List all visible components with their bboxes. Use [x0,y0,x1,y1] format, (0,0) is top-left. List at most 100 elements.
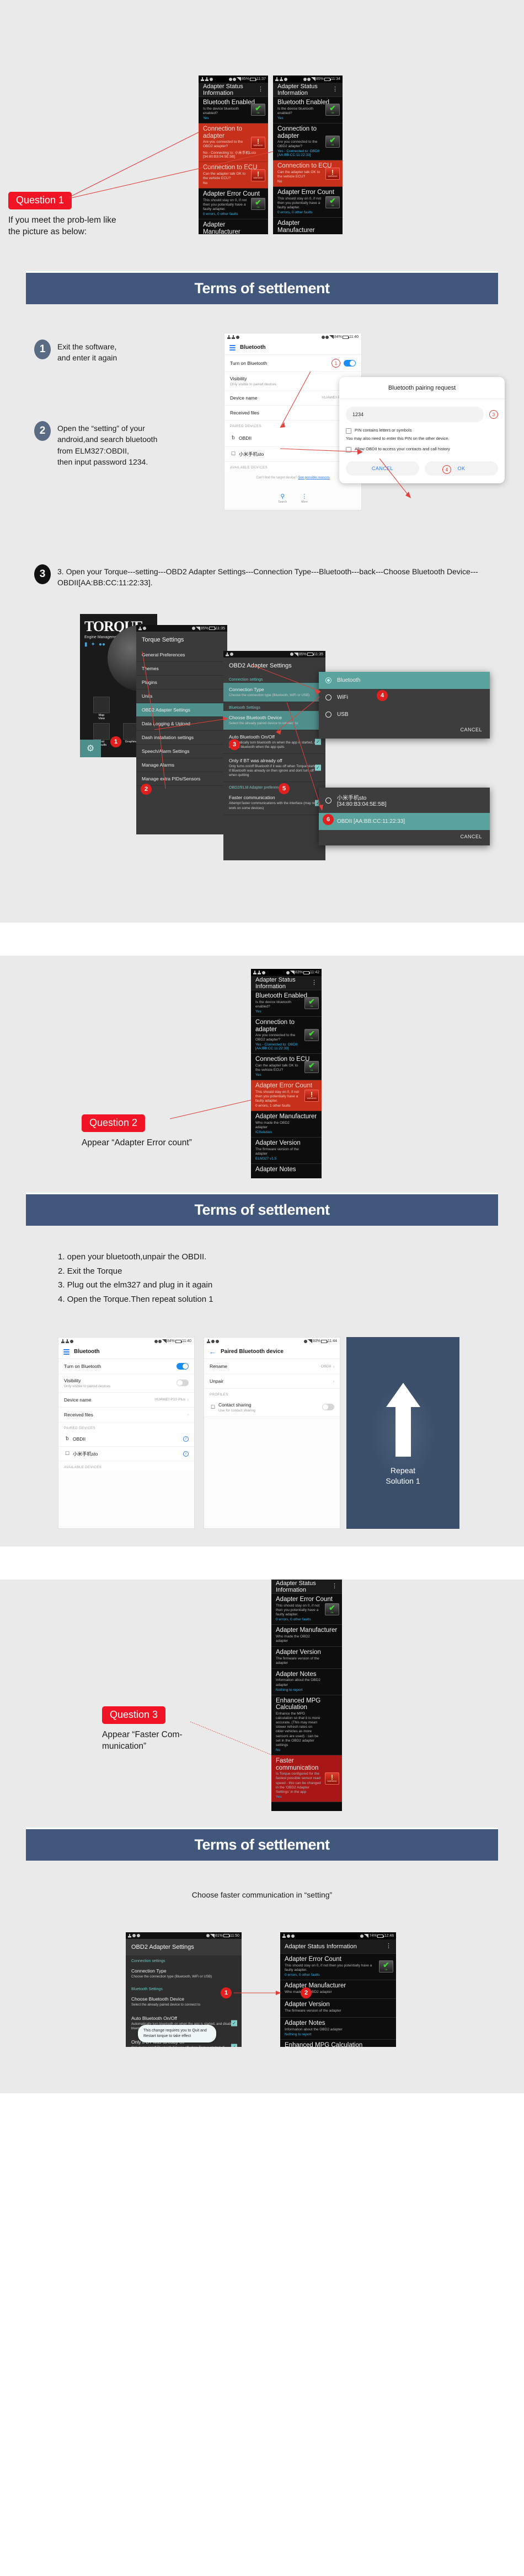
ok-label: Ok [330,1610,334,1614]
settings-row-sub: Attempt faster communications with the i… [229,801,317,810]
bluetooth-toggle[interactable] [344,360,356,367]
overflow-menu-icon[interactable]: ⋮ [258,87,264,92]
more-nav-button[interactable]: ⋮ More [301,493,307,504]
marker-1: 1 [331,359,340,368]
ok-button[interactable]: 4 OK [425,461,498,476]
checkbox-checked-icon[interactable]: ✓ [315,764,321,771]
turn-on-bluetooth-row[interactable]: Turn on Bluetooth 1 [224,355,361,372]
overflow-menu-icon[interactable]: ⋮ [311,980,317,985]
overflow-menu-icon[interactable]: ⋮ [332,87,338,92]
question-1-badge: Question 1 [8,192,72,209]
received-files-row[interactable]: Received files › [58,1407,194,1422]
status-row: Bluetooth Enabled Is the device bluetooth… [251,990,322,1017]
status-row-value: No [203,181,208,186]
warning-label: WARNING [253,177,263,180]
radio-icon[interactable] [325,797,331,804]
notification-icon [226,652,229,656]
ok-label: Ok [256,111,260,115]
torque-menu-item[interactable]: Units [136,689,227,703]
settings-row[interactable]: Choose Bluetooth Device Select the alread… [223,711,325,731]
bluetooth-device-option[interactable]: 小米手机sto [34:80:B3:04:5E:5B] [319,788,490,813]
status-row: Connection to ECU Can the adapter talk OK… [273,160,343,187]
torque-menu-item[interactable]: Plugins [136,676,227,689]
ok-label: Ok [384,1968,388,1971]
paired-device-xiaomi[interactable]: ☐ 小米手机sto i [58,1446,194,1462]
device-name-row[interactable]: Device name HUAWEI P10 Plus› [58,1392,194,1408]
checkbox-icon[interactable] [346,447,351,452]
torque-menu-item[interactable]: General Preferences [136,648,227,662]
menu-icon[interactable] [63,1349,69,1355]
chevron-right-icon: › [333,1364,334,1369]
checkbox-checked-icon[interactable]: ✓ [315,739,321,745]
option-label: 小米手机sto [34:80:B3:04:5E:5B] [337,795,387,807]
rename-row[interactable]: Rename OBDII › [204,1359,340,1374]
device-cancel[interactable]: CANCEL [319,830,490,845]
sync-icon [70,1339,73,1343]
device-info-icon[interactable]: i [183,1451,189,1457]
radio-icon[interactable] [325,712,331,718]
status-row-description: The firmware version of the adapter [276,1656,319,1665]
search-nav-label: Search [278,500,287,504]
torque-menu-item[interactable]: Manage extra PIDs/Sensors [136,772,227,786]
marker-6: 6 [323,814,334,825]
check-icon: ✔ [329,104,336,113]
status-row-value: Yes [277,116,284,120]
solution-2-list: 1. open your bluetooth,unpair the OBDII.… [58,1250,477,1306]
search-nav-button[interactable]: ⚲ Search [278,493,287,504]
allow-contacts-checkbox-row[interactable]: Allow OBDII to access your contacts and … [346,446,498,452]
status-row-value: No - Connecting to: 小米手机Lsto [34:80:B3:0… [203,151,256,159]
status-row: Adapter ManufacturerWho made the OBD2 ad… [251,1111,322,1138]
device-info-icon[interactable]: i [183,1436,189,1442]
torque-menu-item[interactable]: Data Logging & Upload [136,717,227,731]
settings-gear-icon[interactable]: ⚙ [80,740,101,757]
torque-menu-item[interactable]: OBD2 Adapter Settings [136,703,227,717]
cancel-button[interactable]: CANCEL [346,461,419,476]
unpair-row[interactable]: Unpair › [204,1374,340,1389]
checkbox-checked-icon[interactable]: ✓ [231,2044,237,2047]
settings-row[interactable]: Faster communication Attempt faster commu… [223,791,325,815]
signal-icon [364,1934,369,1938]
torque-menu-item[interactable]: Manage Alarms [136,758,227,772]
ok-label: OK [457,466,466,471]
alarm-icon [66,1339,69,1343]
battery-icon [324,77,331,81]
checkbox-checked-icon[interactable]: ✓ [231,2020,237,2027]
contact-sharing-row[interactable]: ☐ Contact sharing Use for contact sharin… [204,1398,340,1417]
status-row: Adapter Error Count This should stay on 0… [271,1594,342,1625]
paired-device-obdii[interactable]: ␢ OBDII i [58,1431,194,1447]
visibility-toggle[interactable] [177,1379,189,1387]
radio-icon[interactable] [325,677,331,683]
radio-icon[interactable] [325,694,331,700]
status-row-description: Information about the OBD2 adapter [276,1678,320,1687]
pin-letters-checkbox-row[interactable]: PIN contains letters or symbols [346,428,498,434]
tile-map-view[interactable]: Map View [93,697,110,720]
connection-type-option[interactable]: Bluetooth [319,672,490,689]
visibility-row[interactable]: Visibility Only visible to paired device… [58,1374,194,1393]
checkbox-icon[interactable] [346,428,351,434]
connection-type-cancel[interactable]: CANCEL [319,723,490,739]
clock: 11:50 [230,1933,239,1938]
connection-type-option[interactable]: USB [319,706,490,723]
torque-menu-item[interactable]: Speech/Alarm Settings [136,745,227,758]
turn-on-bluetooth-row[interactable]: Turn on Bluetooth [58,1359,194,1374]
back-arrow-icon[interactable]: ← [209,1348,216,1355]
torque-menu-item[interactable]: Themes [136,662,227,676]
possible-reasons-link[interactable]: See possible reasons [298,476,329,479]
pin-input[interactable]: 1234 [346,407,484,422]
torque-menu-item[interactable]: Dash installation settings [136,731,227,745]
overflow-menu-icon[interactable]: ⋮ [386,1943,392,1949]
overflow-menu-icon[interactable]: ⋮ [331,1583,338,1589]
menu-icon[interactable] [229,344,236,351]
marker-2: 2 [301,1987,312,1998]
connection-type-option[interactable]: WiFi [319,689,490,706]
contact-sharing-toggle[interactable] [322,1404,334,1411]
bluetooth-device-option[interactable]: OBDII [AA:BB:CC:11:22:33] [319,813,490,830]
settings-row[interactable]: Connection Type Choose the connection typ… [126,1964,242,1984]
status-row-description: The firmware version of the adapter [255,1147,299,1156]
status-row-title: Adapter Manufacturer [277,220,315,234]
settings-row[interactable]: Only if BT was already offOnly turns on/… [223,754,325,783]
bluetooth-toggle[interactable] [177,1363,189,1370]
check-icon: ✔ [329,1603,335,1612]
settings-row[interactable]: Connection Type Choose the connection typ… [223,683,325,703]
settings-row-sub: Select the already paired device to conn… [229,721,298,726]
